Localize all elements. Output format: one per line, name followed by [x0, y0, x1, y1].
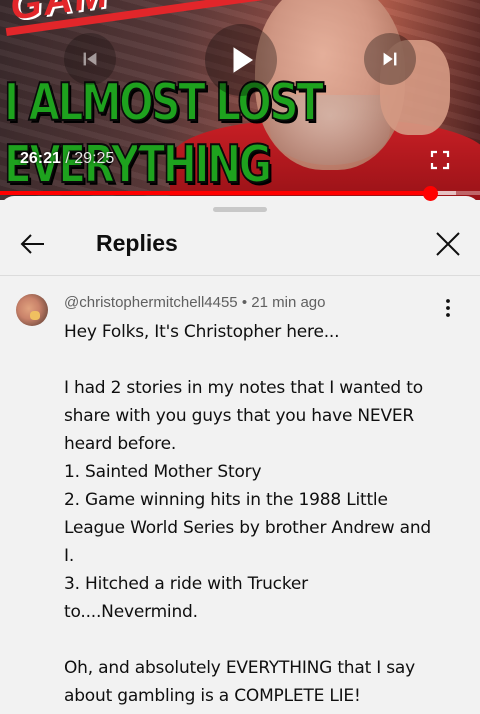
- replies-sheet: Replies @christophermitchell4455 • 21 mi…: [0, 196, 480, 714]
- play-icon: [233, 47, 253, 73]
- progress-scrubber[interactable]: [422, 186, 438, 201]
- close-icon[interactable]: [432, 228, 464, 260]
- progress-bar[interactable]: [0, 191, 480, 195]
- comment-line: 1. Sainted Mother Story: [64, 462, 262, 482]
- skip-next-icon: [383, 52, 397, 66]
- avatar[interactable]: [16, 294, 48, 326]
- progress-played: [0, 191, 431, 195]
- comment-author[interactable]: @christophermitchell4455: [64, 294, 238, 311]
- fullscreen-icon[interactable]: [430, 150, 450, 170]
- more-vert-icon[interactable]: [436, 296, 460, 320]
- meta-separator: •: [241, 294, 248, 311]
- play-button[interactable]: [205, 24, 277, 96]
- comment-line: 2. Game winning hits in the 1988 Little …: [64, 490, 431, 566]
- comment-timestamp: 21 min ago: [251, 294, 326, 311]
- next-button[interactable]: [364, 33, 416, 85]
- time-separator: /: [65, 150, 70, 167]
- time-display: 26:21 / 29:25: [20, 150, 114, 168]
- comment-line: Oh, and absolutely EVERYTHING that I say…: [64, 658, 416, 706]
- comment-line: 3. Hitched a ride with Trucker to....Nev…: [64, 574, 308, 622]
- drag-handle[interactable]: [213, 207, 267, 212]
- comment-meta: @christophermitchell4455 • 21 min ago: [64, 294, 325, 311]
- current-time: 26:21: [20, 150, 61, 167]
- previous-button[interactable]: [64, 33, 116, 85]
- comment-text: Hey Folks, It's Christopher here... I ha…: [64, 318, 444, 710]
- comment-line: [64, 626, 444, 654]
- thumbnail-title-line1: I ALMOST LOST: [3, 73, 325, 133]
- sheet-title: Replies: [96, 230, 178, 256]
- comment-line: Hey Folks, It's Christopher here...: [64, 322, 340, 342]
- skip-previous-icon: [83, 52, 97, 66]
- duration: 29:25: [74, 150, 115, 167]
- comment-line: I had 2 stories in my notes that I wante…: [64, 378, 423, 454]
- comment-line: [64, 346, 444, 374]
- arrow-back-icon[interactable]: [16, 228, 48, 260]
- video-player[interactable]: GAM I ALMOST LOST EVERYTHING 26:21 / 29:…: [0, 0, 480, 200]
- sheet-header: Replies: [0, 214, 480, 276]
